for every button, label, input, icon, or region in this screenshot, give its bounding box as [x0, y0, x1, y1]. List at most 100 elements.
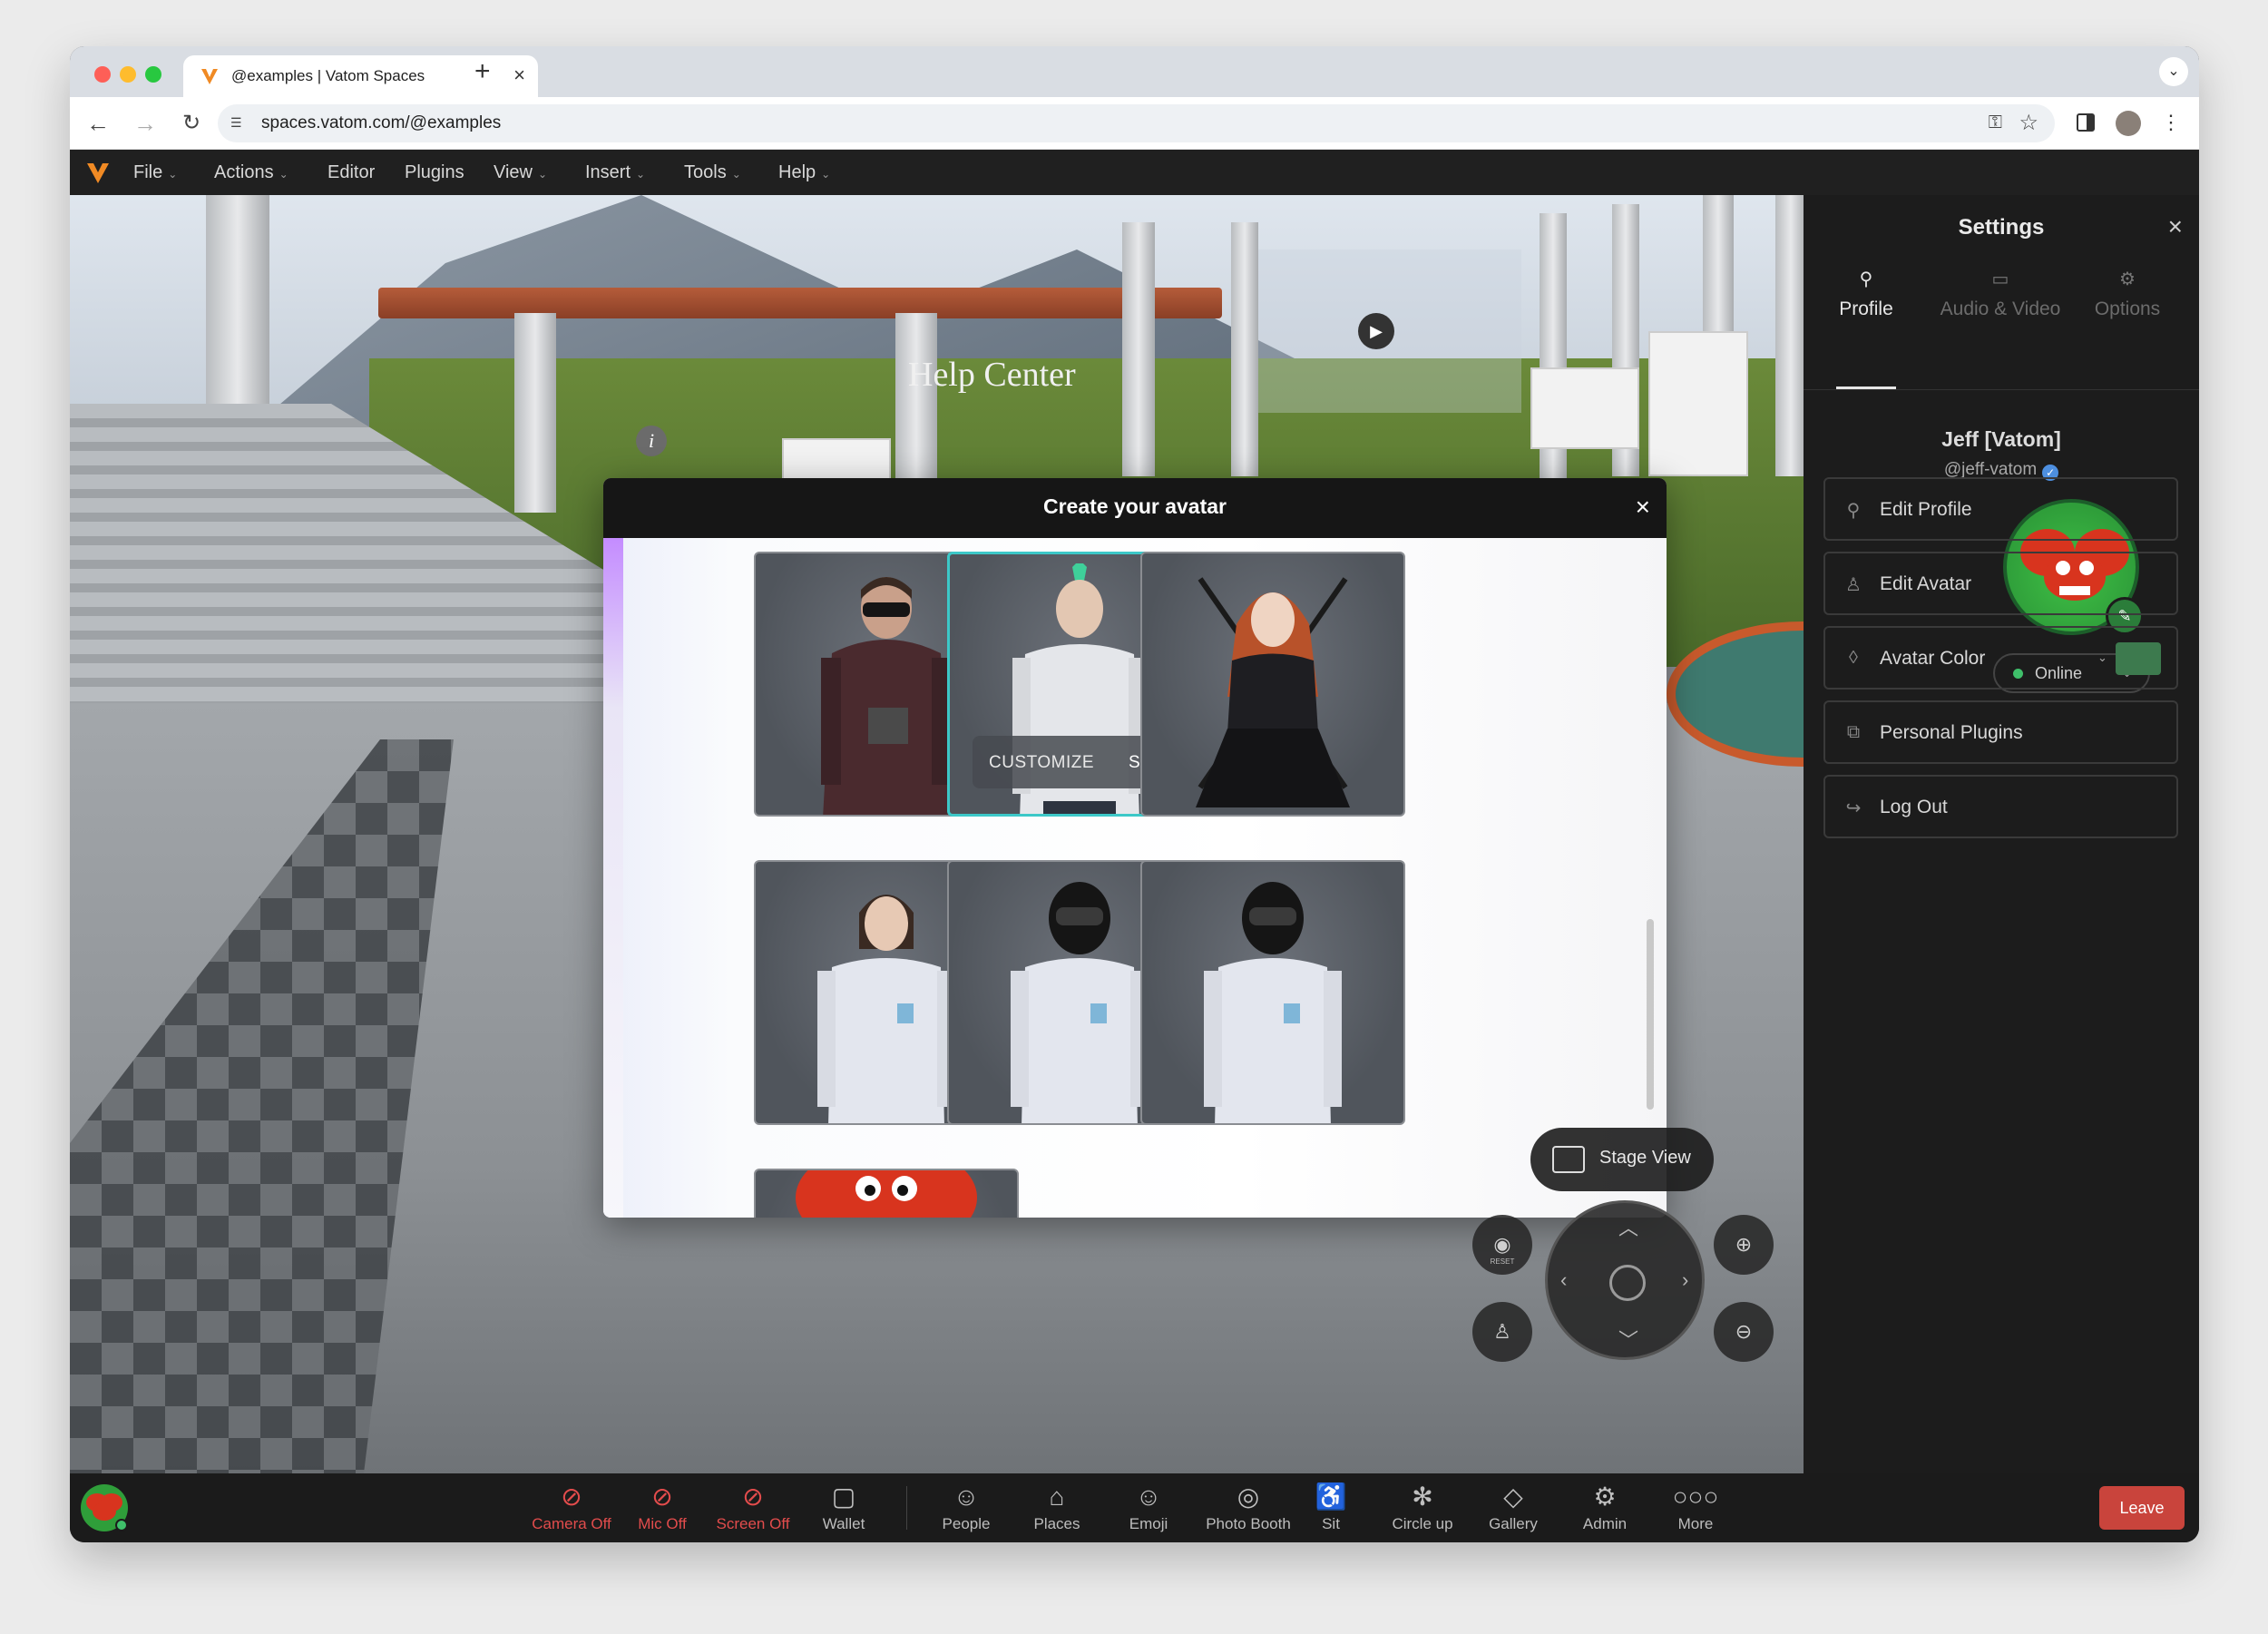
- customize-button[interactable]: CUSTOMIZE: [989, 753, 1094, 773]
- modal-title: Create your avatar: [1043, 494, 1227, 518]
- avatar-card[interactable]: [754, 1169, 1019, 1218]
- circle-up-icon: ✻: [1412, 1482, 1433, 1511]
- site-settings-icon[interactable]: ☰: [230, 115, 242, 131]
- avatar-icon: ♙: [1845, 575, 1862, 595]
- edit-avatar-button[interactable]: ♙ Edit Avatar: [1823, 552, 2178, 615]
- chevron-down-icon: ⌄: [821, 168, 831, 181]
- play-icon[interactable]: ▶: [1358, 313, 1394, 349]
- plus-icon[interactable]: +: [474, 57, 491, 86]
- personal-plugins-button[interactable]: ⧉ Personal Plugins: [1823, 700, 2178, 764]
- logout-icon: ↪: [1845, 798, 1862, 818]
- tab-close-icon[interactable]: ×: [513, 64, 525, 87]
- url-text: spaces.vatom.com/@examples: [261, 113, 502, 132]
- gallery-button[interactable]: ◇ Gallery: [1468, 1481, 1559, 1533]
- wallet-icon: ▢: [831, 1482, 856, 1511]
- browser-toolbar: ← → ↻ ☰ spaces.vatom.com/@examples ⚿ ☆ ⋮: [70, 97, 2199, 150]
- camera-toggle[interactable]: ⊘ Camera Off: [526, 1481, 617, 1533]
- kebab-menu-icon[interactable]: ⋮: [2161, 110, 2181, 135]
- tab-audio-video[interactable]: ▭ Audio & Video: [1928, 268, 2073, 320]
- gallery-icon: ◇: [1503, 1482, 1523, 1511]
- modal-scrollbar[interactable]: [1647, 919, 1654, 1110]
- chevron-down-icon[interactable]: ﹀: [1618, 1325, 1638, 1354]
- forward-icon[interactable]: →: [130, 108, 161, 139]
- emoji-button[interactable]: ☺ Emoji: [1103, 1481, 1194, 1533]
- close-icon[interactable]: ×: [1636, 491, 1650, 523]
- chevron-down-icon: ⌄: [538, 168, 548, 181]
- tab-profile[interactable]: ⚲ Profile: [1807, 268, 1925, 320]
- sit-button[interactable]: ♿ Sit: [1286, 1481, 1376, 1533]
- maximize-window-button[interactable]: [145, 66, 161, 83]
- side-panel-icon[interactable]: [2077, 113, 2095, 132]
- online-indicator: [115, 1519, 128, 1531]
- close-icon[interactable]: ×: [2168, 211, 2183, 242]
- star-icon[interactable]: ☆: [2019, 110, 2038, 136]
- leave-button[interactable]: Leave: [2099, 1486, 2185, 1530]
- zoom-out-button[interactable]: ⊖: [1714, 1302, 1774, 1362]
- chevron-down-icon: ⌄: [636, 168, 646, 181]
- chevron-up-icon[interactable]: ︿: [1618, 1212, 1638, 1241]
- scene-roof: [378, 288, 1222, 318]
- scene-pillar: [1775, 195, 1804, 476]
- avatar-card[interactable]: [1140, 860, 1405, 1125]
- avatar-position-button[interactable]: ♙: [1472, 1302, 1532, 1362]
- avatar-grid: CUSTOMIZE SELECT: [603, 538, 1667, 1218]
- reload-icon[interactable]: ↻: [176, 108, 207, 139]
- tab-options[interactable]: ⚙ Options: [2068, 268, 2186, 320]
- menu-editor[interactable]: Editor: [327, 150, 375, 195]
- menu-insert[interactable]: Insert ⌄: [585, 150, 645, 195]
- admin-button[interactable]: ⚙ Admin: [1559, 1481, 1650, 1533]
- tab-search-chevron-icon[interactable]: ⌄: [2159, 57, 2188, 86]
- people-button[interactable]: ☺ People: [921, 1481, 1012, 1533]
- circle-up-button[interactable]: ✻ Circle up: [1377, 1481, 1468, 1533]
- zoom-in-button[interactable]: ⊕: [1714, 1215, 1774, 1275]
- menu-view[interactable]: View ⌄: [494, 150, 547, 195]
- menu-actions[interactable]: Actions ⌄: [214, 150, 288, 195]
- mic-off-icon: ⊘: [651, 1482, 673, 1511]
- menu-help[interactable]: Help ⌄: [778, 150, 830, 195]
- settings-title: Settings: [1958, 215, 2045, 240]
- mic-toggle[interactable]: ⊘ Mic Off: [617, 1481, 708, 1533]
- info-icon[interactable]: i: [636, 426, 667, 456]
- reset-view-button[interactable]: ◉ RESET: [1472, 1215, 1532, 1275]
- stage-view-icon: [1552, 1146, 1585, 1173]
- avatar-helmet-figure: [1204, 882, 1342, 1123]
- screen-share-toggle[interactable]: ⊘ Screen Off: [708, 1481, 798, 1533]
- wallet-button[interactable]: ▢ Wallet: [798, 1481, 889, 1533]
- stage-view-button[interactable]: Stage View: [1530, 1128, 1714, 1191]
- avatar-card[interactable]: [1140, 552, 1405, 817]
- movement-joystick[interactable]: ︿ ﹀ ‹ ›: [1545, 1200, 1705, 1360]
- vatom-favicon-icon: [201, 69, 218, 84]
- chevron-down-icon: ⌄: [2097, 651, 2107, 664]
- chevron-down-icon: ⌄: [279, 168, 288, 181]
- menu-plugins[interactable]: Plugins: [405, 150, 464, 195]
- chevron-right-icon[interactable]: ›: [1682, 1268, 1688, 1292]
- droplet-icon: ◊: [1849, 648, 1858, 668]
- tab-title: @examples | Vatom Spaces: [231, 67, 425, 84]
- scene-board[interactable]: [1530, 367, 1639, 449]
- vatom-logo-icon[interactable]: [84, 159, 112, 186]
- back-icon[interactable]: ←: [83, 108, 113, 139]
- avatar-color-swatch[interactable]: [2116, 642, 2161, 675]
- scene-board[interactable]: [782, 438, 891, 484]
- profile-avatar-icon[interactable]: [2116, 111, 2141, 136]
- menu-tools[interactable]: Tools ⌄: [684, 150, 741, 195]
- emoji-icon: ☺: [1135, 1482, 1162, 1511]
- address-bar[interactable]: ☰ spaces.vatom.com/@examples ⚿ ☆: [218, 104, 2055, 142]
- scene-pillar: [514, 313, 556, 513]
- chevron-left-icon[interactable]: ‹: [1560, 1268, 1567, 1292]
- joystick-center[interactable]: [1609, 1265, 1646, 1301]
- divider: [1804, 389, 2199, 390]
- more-button[interactable]: ○○○ More: [1650, 1481, 1741, 1533]
- menu-file[interactable]: File ⌄: [133, 150, 177, 195]
- minimize-window-button[interactable]: [120, 66, 136, 83]
- person-icon: ⚲: [1859, 269, 1873, 289]
- places-button[interactable]: ⌂ Places: [1012, 1481, 1102, 1533]
- create-avatar-modal: Create your avatar × CUSTOMIZE: [603, 478, 1667, 1218]
- log-out-button[interactable]: ↪ Log Out: [1823, 775, 2178, 838]
- edit-profile-button[interactable]: ⚲ Edit Profile: [1823, 477, 2178, 541]
- key-icon[interactable]: ⚿: [1989, 113, 2002, 133]
- close-window-button[interactable]: [94, 66, 111, 83]
- avatar-color-button[interactable]: ◊ Avatar Color ⌄: [1823, 626, 2178, 690]
- person-icon: ⚲: [1846, 501, 1861, 521]
- scene-board[interactable]: [1648, 331, 1748, 476]
